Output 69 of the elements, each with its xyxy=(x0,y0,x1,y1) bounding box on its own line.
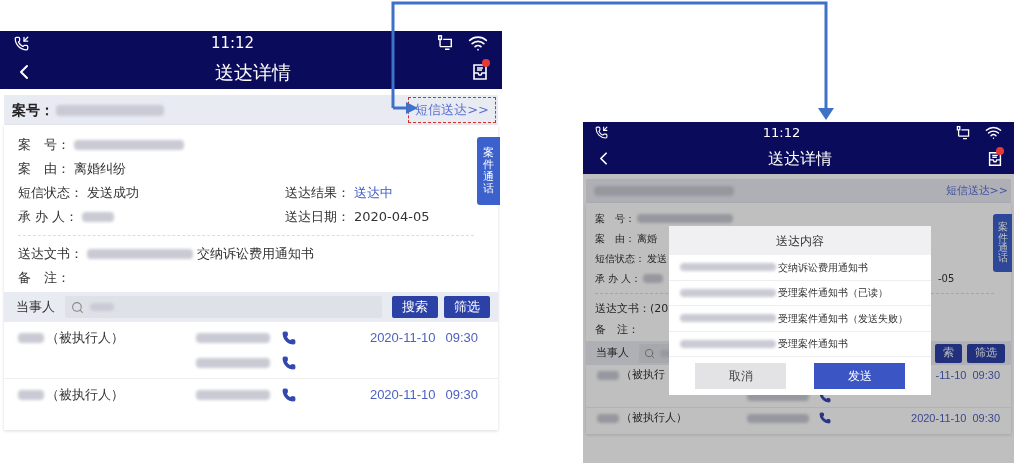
clock-time: 11:12 xyxy=(762,123,801,142)
inbox-icon[interactable] xyxy=(470,62,490,82)
phone-icon[interactable] xyxy=(282,387,296,402)
case-number-label: 案号： xyxy=(12,100,54,120)
phone-icon[interactable] xyxy=(819,412,831,424)
send-button[interactable]: 发送 xyxy=(814,363,905,389)
visit-time: 09:30 xyxy=(445,328,478,347)
visit-date: 2020-11-10 xyxy=(911,410,967,426)
party-label: 当事人 xyxy=(596,344,629,361)
field-label: 承 办 人： xyxy=(18,208,79,227)
field-value: 交纳诉讼费用通知书 xyxy=(197,245,314,264)
toolbar-button[interactable]: 筛选 xyxy=(967,343,1005,363)
wifi-icon xyxy=(985,124,1002,141)
party-role: （被执行人） xyxy=(621,409,687,426)
toolbar-button[interactable]: 索 xyxy=(935,343,962,363)
visit-time: 09:30 xyxy=(445,385,478,404)
field-label: 送达文书：(20 xyxy=(595,301,669,318)
field-value: 离婚纠纷 xyxy=(74,160,126,179)
call-icon xyxy=(595,126,608,139)
search-field[interactable] xyxy=(65,296,382,318)
phone-icon[interactable] xyxy=(282,355,296,370)
field-label: 备 注： xyxy=(595,322,639,339)
field-label: 送达结果： xyxy=(285,184,350,203)
field-label: 案 由： xyxy=(595,231,635,246)
field-label: 案 号： xyxy=(18,136,70,155)
field-label: 送达文书： xyxy=(18,245,83,264)
party-role: （被执行 xyxy=(621,367,665,384)
search-icon xyxy=(644,347,655,359)
search-icon xyxy=(71,300,84,314)
field-label: 短信状态： xyxy=(18,184,83,203)
field-value: 发送成功 xyxy=(87,184,139,203)
side-tab[interactable]: 案件通话 xyxy=(477,137,500,205)
screen-title: 送达详情 xyxy=(768,147,832,170)
party-role: （被执行人） xyxy=(46,328,124,347)
party-role: （被执行人） xyxy=(46,385,124,404)
field-value: 送达中 xyxy=(354,184,393,203)
clock-time: 11:12 xyxy=(210,32,255,54)
visit-date: -11-10 xyxy=(935,368,967,384)
network-icon xyxy=(955,124,971,141)
wifi-icon xyxy=(468,33,488,53)
toolbar-button[interactable]: 筛选 xyxy=(444,296,490,318)
network-icon xyxy=(436,34,454,52)
document-option[interactable]: 受理案件通知书 xyxy=(669,331,931,357)
party-label: 当事人 xyxy=(16,298,55,317)
visit-date: 2020-11-10 xyxy=(369,328,436,347)
screen-title: 送达详情 xyxy=(215,59,291,85)
phone-icon[interactable] xyxy=(282,330,296,345)
visit-time: 09:30 xyxy=(972,368,1000,384)
document-option[interactable]: 受理案件通知书（发送失败） xyxy=(669,306,931,332)
cancel-button[interactable]: 取消 xyxy=(695,363,786,389)
visit-date: 2020-11-10 xyxy=(369,385,436,404)
dialog-title: 送达内容 xyxy=(776,232,824,250)
field-value: 发送 xyxy=(647,251,667,266)
field-value: 2020-04-05 xyxy=(354,208,430,227)
field-label: 短信状态： xyxy=(595,251,645,266)
field-label: 案 由： xyxy=(18,160,70,179)
field-label: 备 注： xyxy=(18,269,70,288)
field-value: -05 xyxy=(938,271,956,286)
field-label: 送达日期： xyxy=(285,208,350,227)
document-option[interactable]: 受理案件通知书（已读） xyxy=(669,280,931,306)
call-icon xyxy=(14,35,29,51)
side-tab[interactable]: 案件通话 xyxy=(993,214,1012,272)
toolbar-button[interactable]: 搜索 xyxy=(392,296,438,318)
field-label: 承 办 人： xyxy=(595,271,642,286)
field-label: 案 号： xyxy=(595,211,635,226)
visit-time: 09:30 xyxy=(972,410,1000,426)
field-value: 离婚 xyxy=(637,231,657,246)
document-option[interactable]: 交纳诉讼费用通知书 xyxy=(669,255,931,281)
inbox-icon[interactable] xyxy=(986,149,1004,168)
